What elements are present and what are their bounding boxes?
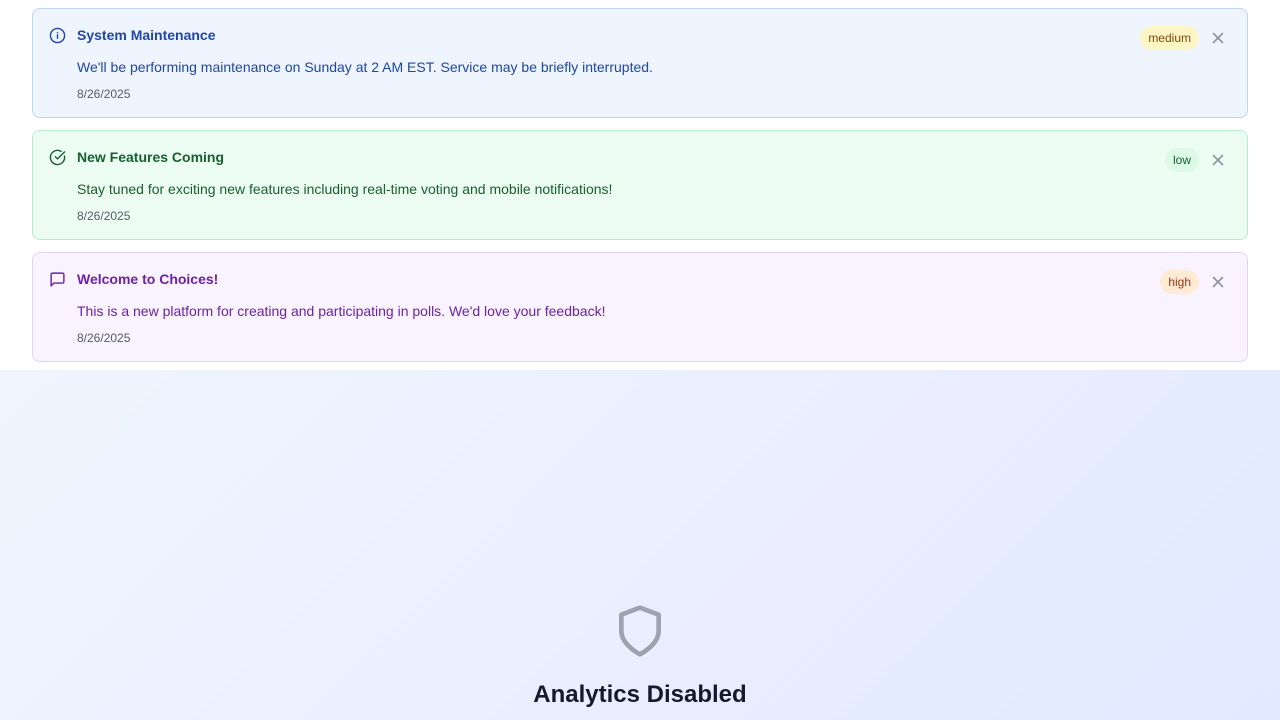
check-circle-icon bbox=[49, 149, 66, 166]
priority-badge: medium bbox=[1140, 26, 1199, 50]
announcement-date: 8/26/2025 bbox=[77, 331, 131, 345]
message-square-icon bbox=[50, 272, 65, 287]
dismiss-button[interactable] bbox=[1209, 151, 1227, 169]
close-icon bbox=[1212, 32, 1224, 44]
analytics-disabled-panel: Analytics Disabled bbox=[0, 370, 1280, 720]
close-icon bbox=[1212, 276, 1224, 288]
announcement-date: 8/26/2025 bbox=[77, 209, 131, 223]
priority-badge: high bbox=[1160, 270, 1199, 294]
info-icon bbox=[49, 27, 66, 44]
dismiss-button[interactable] bbox=[1209, 273, 1227, 291]
close-icon bbox=[1212, 154, 1224, 166]
announcement-card: System Maintenance We'll be performing m… bbox=[32, 8, 1248, 118]
announcement-message: Stay tuned for exciting new features inc… bbox=[77, 181, 613, 197]
announcement-message: We'll be performing maintenance on Sunda… bbox=[77, 59, 653, 75]
announcement-message: This is a new platform for creating and … bbox=[77, 303, 606, 319]
announcement-title: New Features Coming bbox=[77, 149, 225, 165]
priority-badge: low bbox=[1164, 148, 1199, 172]
announcement-title: Welcome to Choices! bbox=[77, 271, 219, 287]
announcements-list: System Maintenance We'll be performing m… bbox=[0, 0, 1280, 370]
analytics-disabled-title: Analytics Disabled bbox=[533, 681, 747, 708]
dismiss-button[interactable] bbox=[1209, 29, 1227, 47]
shield-icon bbox=[619, 605, 661, 657]
announcement-card: Welcome to Choices! This is a new platfo… bbox=[32, 252, 1248, 362]
announcement-card: New Features Coming Stay tuned for excit… bbox=[32, 130, 1248, 240]
announcement-date: 8/26/2025 bbox=[77, 87, 131, 101]
announcement-title: System Maintenance bbox=[77, 27, 216, 43]
